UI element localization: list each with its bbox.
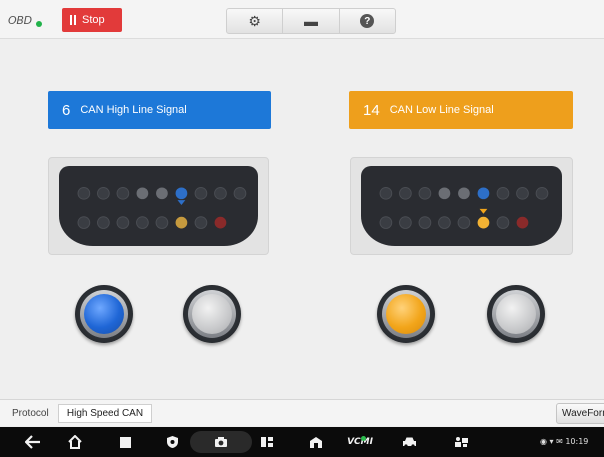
can-high-signal-header: 6 CAN High Line Signal <box>48 91 271 129</box>
gear-icon: ⚙ <box>248 12 261 29</box>
protocol-value: High Speed CAN <box>58 404 152 423</box>
vcmi-icon[interactable]: VCMI <box>345 427 375 457</box>
recent-apps-icon[interactable] <box>112 427 138 457</box>
obd-connector-panel-high <box>48 157 269 255</box>
home-icon[interactable] <box>62 427 88 457</box>
can-high-active-lamp <box>75 285 133 343</box>
can-low-active-lamp <box>377 285 435 343</box>
signal-label: CAN High Line Signal <box>80 104 187 116</box>
workshop-icon[interactable] <box>303 427 329 457</box>
lamp-lens <box>192 294 232 334</box>
settings-button[interactable]: ⚙ <box>227 9 284 33</box>
lamp-lens <box>84 294 124 334</box>
help-button[interactable]: ? <box>340 9 395 33</box>
pin-number: 6 <box>62 101 71 119</box>
car-icon[interactable] <box>396 427 422 457</box>
remote-support-icon[interactable] <box>448 427 474 457</box>
obd-logo: OBD <box>8 14 32 27</box>
folder-button[interactable]: ▬ <box>283 9 340 33</box>
can-low-inactive-lamp <box>487 285 545 343</box>
obd-connector-pins <box>77 186 247 229</box>
app-window: OBD Stop ⚙ ▬ ? 6 CAN High Line Signal 14… <box>0 0 604 457</box>
signal-label: CAN Low Line Signal <box>389 104 494 116</box>
lamp-lens <box>496 294 536 334</box>
tool-button-group: ⚙ ▬ ? <box>226 8 396 34</box>
folder-icon: ▬ <box>303 13 318 29</box>
obd-connector <box>59 166 258 246</box>
lamp-lens <box>386 294 426 334</box>
shield-icon[interactable] <box>159 427 185 457</box>
stop-button[interactable]: Stop <box>62 8 122 32</box>
back-icon[interactable] <box>20 427 46 457</box>
system-tray: ◉ ▾ ✉ 10:19 <box>540 437 589 446</box>
waveform-button[interactable]: WaveForm <box>556 403 604 424</box>
help-icon: ? <box>360 14 375 28</box>
can-high-inactive-lamp <box>183 285 241 343</box>
stop-button-label: Stop <box>82 14 105 26</box>
obd-connector-panel-low <box>350 157 573 255</box>
top-toolbar: OBD Stop ⚙ ▬ ? <box>0 0 604 39</box>
obd-connector <box>361 166 562 246</box>
protocol-label: Protocol <box>12 408 49 419</box>
pause-icon <box>70 15 76 25</box>
connection-status-icon <box>36 21 42 27</box>
protocol-status-bar: Protocol High Speed CAN WaveForm <box>0 399 604 426</box>
can-low-signal-header: 14 CAN Low Line Signal <box>349 91 573 129</box>
pin-number: 14 <box>363 101 380 119</box>
system-navigation-bar: VCMI ◉ ▾ ✉ 10:19 <box>0 427 604 457</box>
vcmi-status-dot <box>361 436 366 441</box>
obd-connector-pins <box>379 186 549 229</box>
camera-icon[interactable] <box>208 427 234 457</box>
multi-window-icon[interactable] <box>254 427 280 457</box>
